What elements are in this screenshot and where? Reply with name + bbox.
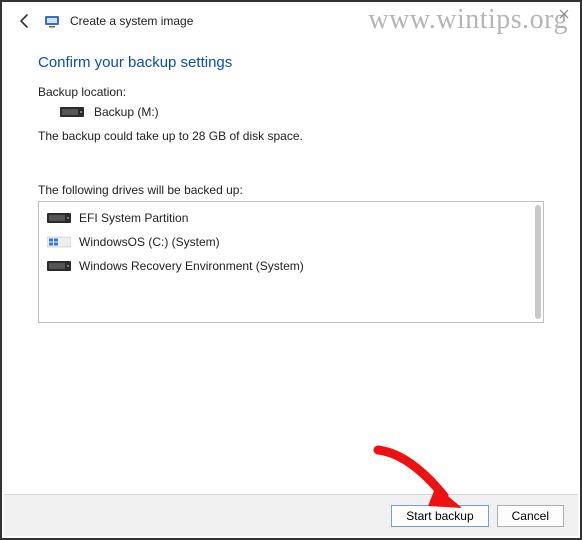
system-image-icon [44, 13, 60, 29]
drive-name: EFI System Partition [79, 211, 188, 225]
hard-drive-icon [60, 106, 84, 118]
list-item: WindowsOS (C:) (System) [43, 230, 529, 254]
hard-drive-icon [47, 212, 71, 224]
wizard-header: Create a system image [2, 2, 580, 36]
hard-drive-icon [47, 260, 71, 272]
start-backup-button[interactable]: Start backup [391, 505, 488, 527]
backup-location-name: Backup (M:) [94, 105, 159, 119]
estimated-size-text: The backup could take up to 28 GB of dis… [38, 129, 544, 143]
windows-drive-icon [47, 236, 71, 248]
back-button[interactable] [16, 12, 34, 30]
backup-location-label: Backup location: [38, 85, 544, 99]
drives-list-label: The following drives will be backed up: [38, 183, 544, 197]
backup-location-row: Backup (M:) [38, 105, 544, 119]
drive-name: WindowsOS (C:) (System) [79, 235, 220, 249]
scrollbar[interactable] [535, 205, 541, 319]
list-item: Windows Recovery Environment (System) [43, 254, 529, 278]
wizard-title: Create a system image [70, 14, 193, 28]
drives-list: EFI System Partition WindowsOS (C:) (Sys… [38, 201, 544, 323]
section-title: Confirm your backup settings [38, 54, 544, 71]
wizard-content: Confirm your backup settings Backup loca… [2, 36, 580, 323]
list-item: EFI System Partition [43, 206, 529, 230]
drive-name: Windows Recovery Environment (System) [79, 259, 304, 273]
close-button[interactable] [556, 6, 572, 22]
cancel-button[interactable]: Cancel [497, 505, 564, 527]
wizard-footer: Start backup Cancel [4, 494, 578, 536]
